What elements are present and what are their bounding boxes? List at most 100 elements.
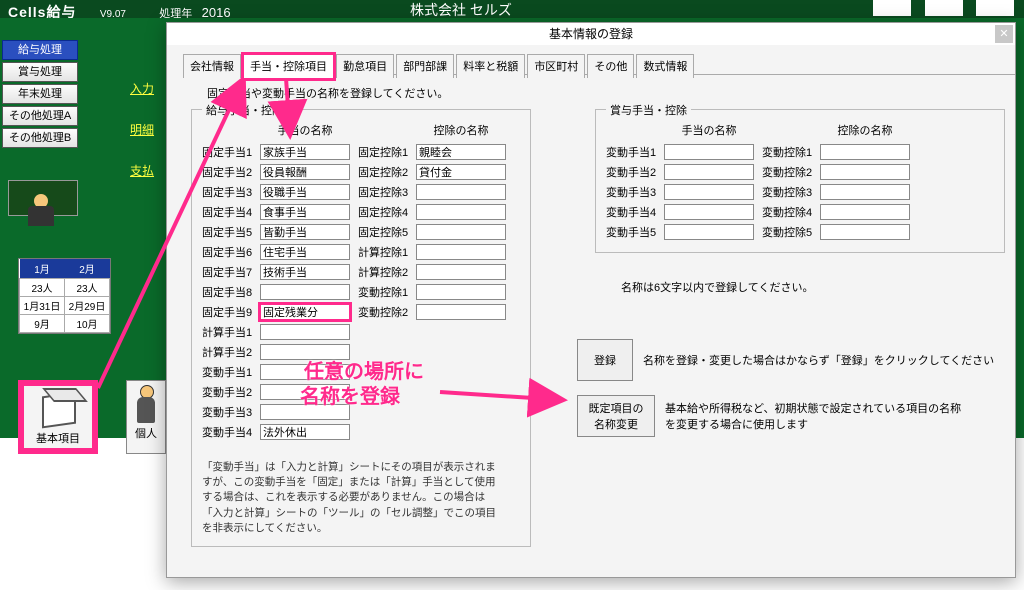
bonus-deduct-input[interactable] — [820, 144, 910, 160]
bonus-group: 手当の名称 変動手当1変動手当2変動手当3変動手当4変動手当5 控除の名称 変動… — [595, 109, 1005, 253]
salary-deduct-input[interactable] — [416, 204, 506, 220]
nav-other-a[interactable]: その他処理A — [2, 106, 78, 126]
salary-allow-input[interactable] — [260, 164, 350, 180]
bonus-deduct-label: 変動控除1 — [762, 144, 820, 160]
bonus-deduct-label: 変動控除4 — [762, 204, 820, 220]
tab-attendance[interactable]: 勤怠項目 — [336, 54, 394, 78]
rename-button[interactable]: 既定項目の 名称変更 — [577, 395, 655, 437]
bonus-deduct-input[interactable] — [820, 184, 910, 200]
link-input[interactable]: 入力 — [130, 80, 154, 97]
bonus-allow-row: 変動手当3 — [606, 182, 754, 202]
salary-deduct-input[interactable] — [416, 164, 506, 180]
salary-allow-input[interactable] — [260, 224, 350, 240]
app-header: Cells給与 V9.07 処理年 2016 株式会社 セルズ — [0, 0, 1024, 18]
salary-allow-label: 固定手当3 — [202, 184, 260, 200]
toolbar-icon-3[interactable] — [976, 0, 1014, 16]
salary-deduct-input[interactable] — [416, 144, 506, 160]
cal-h2[interactable]: 2月 — [65, 259, 110, 279]
register-note: 名称を登録・変更した場合はかならず「登録」をクリックしてください — [643, 352, 994, 368]
salary-deduct-row: 計算控除1 — [358, 242, 506, 262]
salary-allow-row: 変動手当1 — [202, 362, 350, 382]
salary-deduct-row: 計算控除2 — [358, 262, 506, 282]
salary-allow-input[interactable] — [260, 344, 350, 360]
toolbar-icon-2[interactable] — [925, 0, 963, 16]
bonus-deduct-row: 変動控除4 — [762, 202, 910, 222]
salary-allow-label: 固定手当8 — [202, 284, 260, 300]
salary-allow-row: 固定手当9 — [202, 302, 350, 322]
salary-allow-label: 固定手当5 — [202, 224, 260, 240]
nav-bonus[interactable]: 賞与処理 — [2, 62, 78, 82]
basic-items-label: 基本項目 — [22, 430, 94, 446]
salary-deduct-label: 変動控除2 — [358, 304, 416, 320]
salary-allow-row: 固定手当8 — [202, 282, 350, 302]
col-head-deduct: 控除の名称 — [416, 122, 506, 138]
salary-allow-label: 計算手当1 — [202, 324, 260, 340]
salary-deduct-input[interactable] — [416, 224, 506, 240]
nav-yearend[interactable]: 年末処理 — [2, 84, 78, 104]
salary-allow-input[interactable] — [260, 384, 350, 400]
register-button[interactable]: 登録 — [577, 339, 633, 381]
personal-button[interactable]: 個人 — [126, 380, 166, 454]
salary-deduct-label: 固定控除2 — [358, 164, 416, 180]
salary-allow-input[interactable] — [260, 204, 350, 220]
bonus-deduct-row: 変動控除2 — [762, 162, 910, 182]
bonus-allow-row: 変動手当2 — [606, 162, 754, 182]
salary-allow-input[interactable] — [260, 424, 350, 440]
bonus-col-allow: 手当の名称 — [664, 122, 754, 138]
salary-allow-input[interactable] — [260, 284, 350, 300]
bonus-allow-input[interactable] — [664, 224, 754, 240]
link-detail[interactable]: 明細 — [130, 121, 154, 138]
salary-allow-row: 固定手当5 — [202, 222, 350, 242]
tab-dept[interactable]: 部門部課 — [396, 54, 454, 78]
bonus-allow-input[interactable] — [664, 204, 754, 220]
salary-allow-input[interactable] — [260, 264, 350, 280]
bonus-deduct-input[interactable] — [820, 224, 910, 240]
nav-salary[interactable]: 給与処理 — [2, 40, 78, 60]
cal-h1[interactable]: 1月 — [20, 259, 65, 279]
bonus-allow-input[interactable] — [664, 164, 754, 180]
bonus-deduct-input[interactable] — [820, 164, 910, 180]
tab-city[interactable]: 市区町村 — [527, 54, 585, 78]
salary-allow-label: 固定手当7 — [202, 264, 260, 280]
bonus-deduct-input[interactable] — [820, 204, 910, 220]
worker-icon — [8, 180, 78, 230]
salary-allow-input[interactable] — [260, 364, 350, 380]
salary-allow-input[interactable] — [260, 304, 350, 320]
salary-deduct-row: 固定控除4 — [358, 202, 506, 222]
salary-allow-input[interactable] — [260, 144, 350, 160]
tab-allowance[interactable]: 手当・控除項目 — [243, 54, 334, 79]
bonus-allow-input[interactable] — [664, 184, 754, 200]
salary-allow-row: 変動手当3 — [202, 402, 350, 422]
salary-deduct-input[interactable] — [416, 184, 506, 200]
salary-allow-label: 固定手当6 — [202, 244, 260, 260]
salary-allow-input[interactable] — [260, 324, 350, 340]
salary-deduct-input[interactable] — [416, 244, 506, 260]
salary-deduct-input[interactable] — [416, 264, 506, 280]
limit-note: 名称は6文字以内で登録してください。 — [621, 279, 1015, 295]
salary-allow-row: 変動手当4 — [202, 422, 350, 442]
salary-deduct-input[interactable] — [416, 304, 506, 320]
nav-other-b[interactable]: その他処理B — [2, 128, 78, 148]
tab-formula[interactable]: 数式情報 — [636, 54, 694, 78]
salary-allow-row: 計算手当1 — [202, 322, 350, 342]
basic-items-button[interactable]: 基本項目 — [18, 380, 98, 454]
tab-rates[interactable]: 料率と税額 — [456, 54, 525, 78]
salary-deduct-label: 変動控除1 — [358, 284, 416, 300]
close-icon[interactable]: ✕ — [995, 25, 1013, 43]
salary-deduct-input[interactable] — [416, 284, 506, 300]
salary-deduct-row: 変動控除1 — [358, 282, 506, 302]
link-pay[interactable]: 支払 — [130, 162, 154, 179]
bonus-allow-input[interactable] — [664, 144, 754, 160]
dialog-tabs: 会社情報 手当・控除項目 勤怠項目 部門部課 料率と税額 市区町村 その他 数式… — [183, 53, 1015, 75]
toolbar-icon-1[interactable] — [873, 0, 911, 16]
bonus-allow-label: 変動手当1 — [606, 144, 664, 160]
dialog-title: 基本情報の登録 ✕ — [167, 23, 1015, 45]
salary-deduct-label: 計算控除2 — [358, 264, 416, 280]
salary-allow-row: 固定手当7 — [202, 262, 350, 282]
tab-company[interactable]: 会社情報 — [183, 54, 241, 78]
month-calendar: 1月2月 23人23人 1月31日2月29日 9月10月 — [18, 258, 111, 334]
tab-other[interactable]: その他 — [587, 54, 634, 78]
salary-allow-input[interactable] — [260, 404, 350, 420]
salary-allow-input[interactable] — [260, 244, 350, 260]
salary-allow-input[interactable] — [260, 184, 350, 200]
